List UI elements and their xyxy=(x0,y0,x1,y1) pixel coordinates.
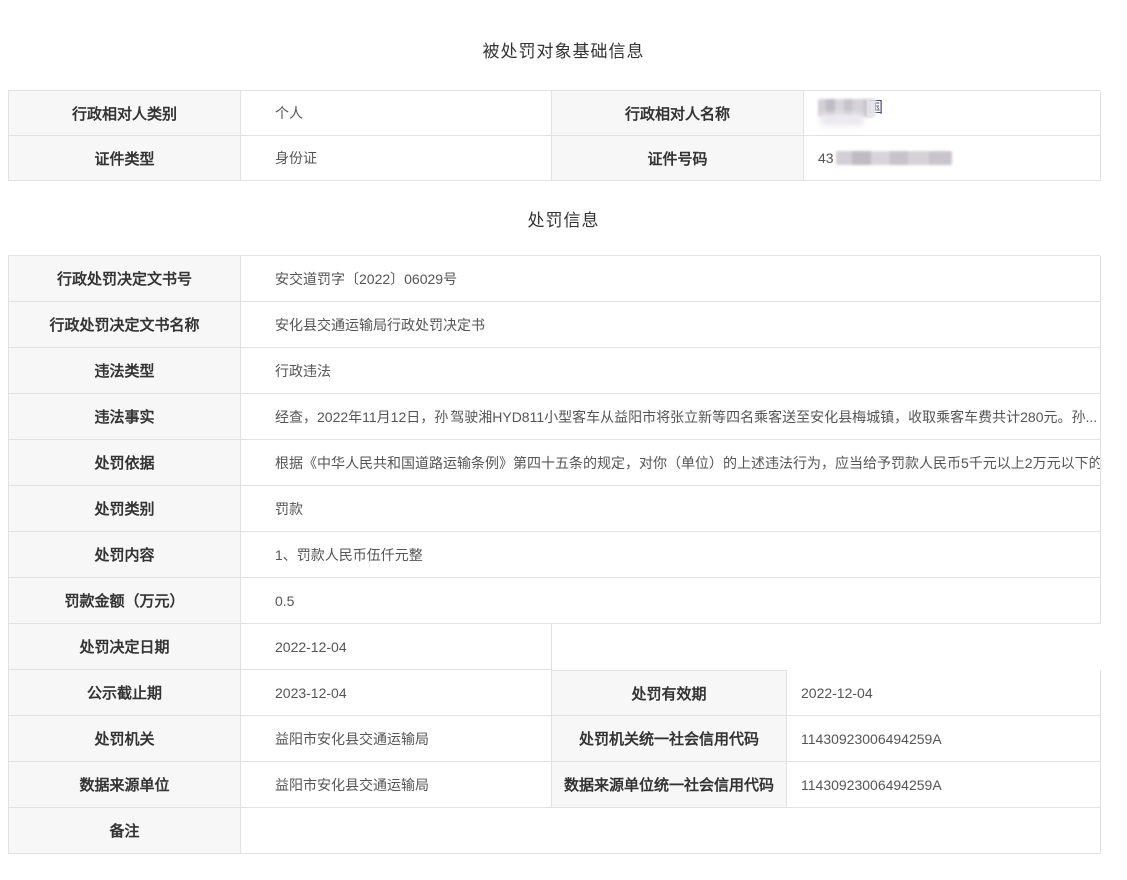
value-data-source-unit: 益阳市安化县交通运输局 xyxy=(241,762,552,808)
violation-fact-text-after: 驾驶湘HYD811小型客车从益阳市将张立新等四名乘客送至安化县梅城镇，收取乘客车… xyxy=(450,407,1097,427)
label-violation-type: 违法类型 xyxy=(9,348,241,394)
value-decision-date: 2022-12-04 xyxy=(241,624,552,670)
value-decision-doc-number: 安交道罚字〔2022〕06029号 xyxy=(241,256,1101,302)
penalty-info-table: 行政处罚决定文书号 安交道罚字〔2022〕06029号 行政处罚决定文书名称 安… xyxy=(8,255,1100,854)
value-remarks xyxy=(241,808,1101,854)
empty-cell xyxy=(552,624,1101,670)
value-penalty-validity: 2022-12-04 xyxy=(787,670,1101,716)
masked-name-visible-char: 国 xyxy=(868,99,883,117)
label-penalty-content: 处罚内容 xyxy=(9,532,241,578)
value-decision-doc-name: 安化县交通运输局行政处罚决定书 xyxy=(241,302,1101,348)
value-id-type: 身份证 xyxy=(241,136,552,181)
value-violation-fact: 经查，2022年11月12日，孙驾驶湘HYD811小型客车从益阳市将张立新等四名… xyxy=(241,394,1101,440)
value-id-number: 43 xyxy=(804,136,1101,181)
label-penalty-validity: 处罚有效期 xyxy=(552,670,787,716)
label-id-type: 证件类型 xyxy=(9,136,241,181)
label-decision-doc-name: 行政处罚决定文书名称 xyxy=(9,302,241,348)
basic-info-table: 行政相对人类别 个人 行政相对人名称 国 证件类型 身份证 证件号码 43 xyxy=(8,90,1100,181)
label-penalty-category: 处罚类别 xyxy=(9,486,241,532)
privacy-blur-mask xyxy=(818,99,874,117)
label-publicity-deadline: 公示截止期 xyxy=(9,670,241,716)
violation-fact-text-before: 经查，2022年11月12日，孙 xyxy=(275,407,448,427)
label-decision-date: 处罚决定日期 xyxy=(9,624,241,670)
label-id-number: 证件号码 xyxy=(552,136,804,181)
label-penalty-basis: 处罚依据 xyxy=(9,440,241,486)
label-authority-credit-code: 处罚机关统一社会信用代码 xyxy=(552,716,787,762)
privacy-blur-mask xyxy=(836,151,952,165)
label-violation-fact: 违法事实 xyxy=(9,394,241,440)
label-fine-amount: 罚款金额（万元） xyxy=(9,578,241,624)
value-authority-credit-code: 11430923006494259A xyxy=(787,716,1101,762)
value-publicity-deadline: 2023-12-04 xyxy=(241,670,552,716)
value-counterpart-type: 个人 xyxy=(241,91,552,136)
label-remarks: 备注 xyxy=(9,808,241,854)
label-counterpart-name: 行政相对人名称 xyxy=(552,91,804,136)
basic-info-title: 被处罚对象基础信息 xyxy=(0,0,1127,62)
value-penalty-category: 罚款 xyxy=(241,486,1101,532)
value-fine-amount: 0.5 xyxy=(241,578,1101,624)
label-data-source-unit: 数据来源单位 xyxy=(9,762,241,808)
label-data-source-credit-code: 数据来源单位统一社会信用代码 xyxy=(552,762,787,808)
masked-name: 国 xyxy=(818,98,883,128)
label-decision-doc-number: 行政处罚决定文书号 xyxy=(9,256,241,302)
value-penalty-basis: 根据《中华人民共和国道路运输条例》第四十五条的规定，对你（单位）的上述违法行为，… xyxy=(241,440,1101,486)
value-penalty-authority: 益阳市安化县交通运输局 xyxy=(241,716,552,762)
value-data-source-credit-code: 11430923006494259A xyxy=(787,762,1101,808)
value-penalty-content: 1、罚款人民币伍仟元整 xyxy=(241,532,1101,578)
penalty-info-title: 处罚信息 xyxy=(0,206,1127,231)
label-penalty-authority: 处罚机关 xyxy=(9,716,241,762)
label-counterpart-type: 行政相对人类别 xyxy=(9,91,241,136)
value-violation-type: 行政违法 xyxy=(241,348,1101,394)
id-number-prefix: 43 xyxy=(818,150,834,166)
value-counterpart-name: 国 xyxy=(804,91,1101,136)
